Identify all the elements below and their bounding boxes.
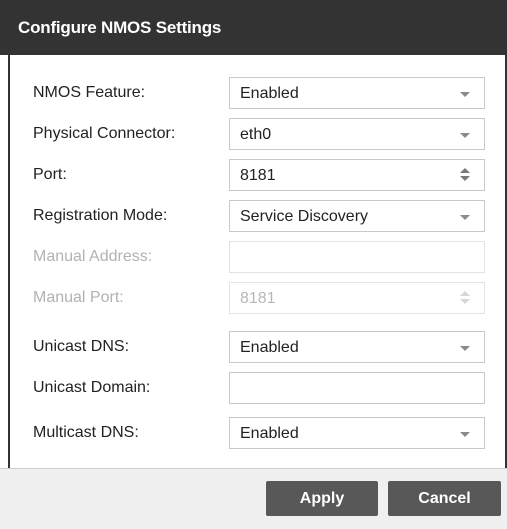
dialog-title: Configure NMOS Settings (18, 18, 222, 37)
manual-port-label: Manual Port: (33, 289, 124, 306)
manual-port-value: 8181 (240, 290, 276, 307)
row-physical-connector: Physical Connector: eth0 (10, 118, 507, 150)
unicast-domain-label: Unicast Domain: (33, 379, 151, 396)
row-manual-port: Manual Port: 8181 (10, 282, 507, 314)
spinner-down-icon (460, 299, 470, 304)
dialog-footer: Apply Cancel (0, 468, 507, 529)
physical-connector-select[interactable]: eth0 (229, 118, 485, 150)
unicast-dns-select[interactable]: Enabled (229, 331, 485, 363)
row-unicast-domain: Unicast Domain: (10, 372, 507, 404)
chevron-down-icon (460, 432, 470, 437)
apply-button[interactable]: Apply (266, 481, 378, 516)
cancel-button[interactable]: Cancel (388, 481, 501, 516)
unicast-dns-value: Enabled (240, 339, 299, 356)
unicast-dns-label: Unicast DNS: (33, 338, 130, 355)
spinner-icon[interactable] (460, 168, 470, 184)
manual-address-input (229, 241, 485, 273)
port-label: Port: (33, 166, 67, 183)
registration-mode-label: Registration Mode: (33, 207, 168, 224)
port-value: 8181 (240, 167, 276, 184)
multicast-dns-value: Enabled (240, 425, 299, 442)
nmos-feature-value: Enabled (240, 85, 299, 102)
nmos-settings-dialog: Configure NMOS Settings NMOS Feature: En… (0, 0, 507, 529)
row-manual-address: Manual Address: (10, 241, 507, 273)
row-unicast-dns: Unicast DNS: Enabled (10, 331, 507, 363)
multicast-dns-label: Multicast DNS: (33, 424, 139, 441)
physical-connector-value: eth0 (240, 126, 272, 143)
multicast-dns-select[interactable]: Enabled (229, 417, 485, 449)
spinner-up-icon[interactable] (460, 168, 470, 173)
registration-mode-value: Service Discovery (240, 208, 369, 225)
settings-form: NMOS Feature: Enabled Physical Connector… (8, 55, 507, 468)
row-nmos-feature: NMOS Feature: Enabled (10, 77, 507, 109)
chevron-down-icon (460, 346, 470, 351)
spinner-up-icon (460, 291, 470, 296)
nmos-feature-select[interactable]: Enabled (229, 77, 485, 109)
row-multicast-dns: Multicast DNS: Enabled (10, 417, 507, 449)
physical-connector-label: Physical Connector: (33, 125, 176, 142)
spinner-icon (460, 291, 470, 307)
manual-port-input: 8181 (229, 282, 485, 314)
spinner-down-icon[interactable] (460, 176, 470, 181)
nmos-feature-label: NMOS Feature: (33, 84, 146, 101)
chevron-down-icon (460, 133, 470, 138)
registration-mode-select[interactable]: Service Discovery (229, 200, 485, 232)
dialog-titlebar: Configure NMOS Settings (0, 0, 507, 55)
unicast-domain-input[interactable] (229, 372, 485, 404)
manual-address-label: Manual Address: (33, 248, 153, 265)
row-port: Port: 8181 (10, 159, 507, 191)
chevron-down-icon (460, 92, 470, 97)
chevron-down-icon (460, 215, 470, 220)
row-registration-mode: Registration Mode: Service Discovery (10, 200, 507, 232)
port-input[interactable]: 8181 (229, 159, 485, 191)
